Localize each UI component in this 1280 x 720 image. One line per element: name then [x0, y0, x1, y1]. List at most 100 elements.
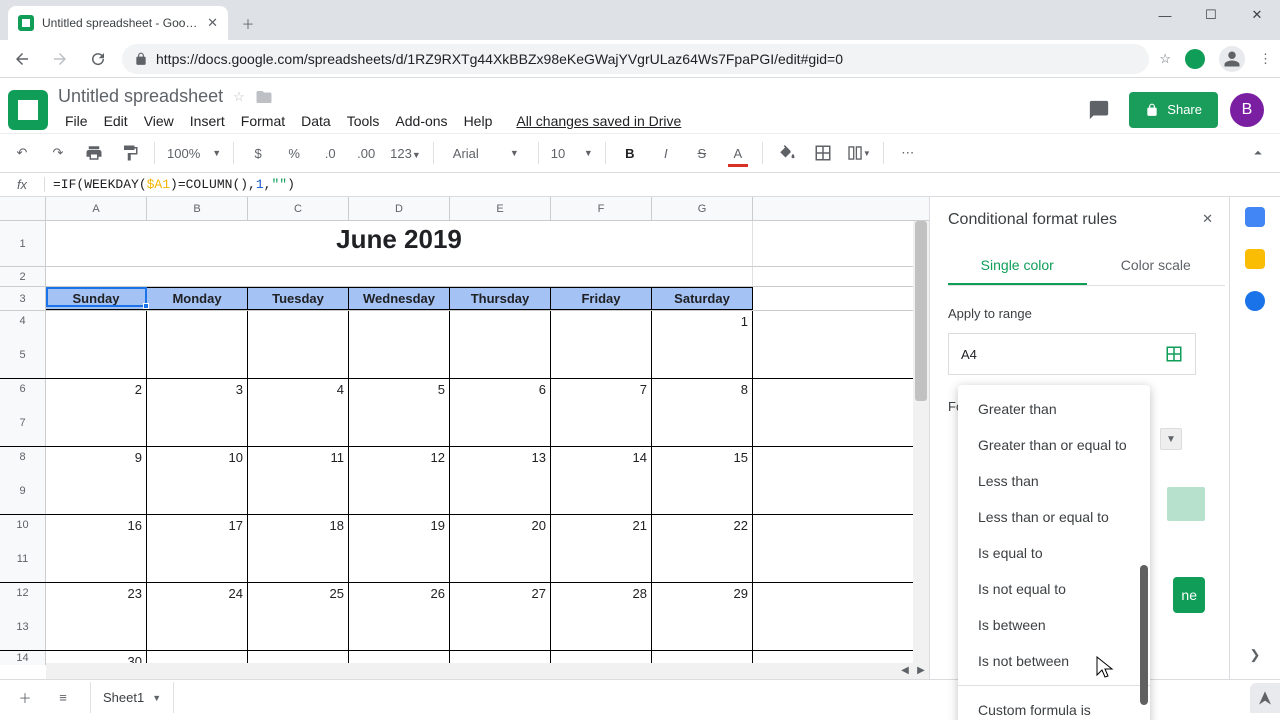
selection-handle[interactable]: [143, 303, 149, 309]
row-header[interactable]: 1: [0, 221, 46, 266]
menu-tools[interactable]: Tools: [340, 109, 387, 133]
day-header[interactable]: Friday: [551, 287, 652, 310]
cell[interactable]: [551, 331, 652, 378]
rule-select-chevron-icon[interactable]: ▼: [1160, 428, 1182, 450]
cell[interactable]: [147, 331, 248, 378]
date-cell[interactable]: 4: [248, 379, 349, 399]
cell[interactable]: [349, 467, 450, 514]
cell[interactable]: [450, 399, 551, 446]
explore-button[interactable]: [1250, 683, 1280, 713]
col-header[interactable]: D: [349, 197, 450, 220]
row-header[interactable]: 5: [0, 331, 46, 378]
cell[interactable]: [248, 467, 349, 514]
row-header[interactable]: 3: [0, 287, 46, 310]
dd-item[interactable]: Is between: [958, 607, 1150, 643]
cell[interactable]: [46, 603, 147, 650]
date-cell[interactable]: 23: [46, 583, 147, 603]
cell[interactable]: [652, 603, 753, 650]
date-cell[interactable]: 9: [46, 447, 147, 467]
dd-item[interactable]: Is not equal to: [958, 571, 1150, 607]
date-cell[interactable]: 29: [652, 583, 753, 603]
cell[interactable]: [248, 331, 349, 378]
vertical-scrollbar[interactable]: [913, 221, 929, 663]
date-cell[interactable]: 12: [349, 447, 450, 467]
comments-button[interactable]: [1081, 92, 1117, 128]
collapse-toolbar-icon[interactable]: [1246, 141, 1270, 165]
minimize-icon[interactable]: —: [1142, 0, 1188, 30]
date-cell[interactable]: 1: [652, 311, 753, 331]
font-selector[interactable]: Arial▼: [446, 142, 526, 165]
range-input[interactable]: A4: [948, 333, 1196, 375]
row-header[interactable]: 4: [0, 311, 46, 331]
cell[interactable]: [349, 331, 450, 378]
sheet-tab[interactable]: Sheet1 ▼: [90, 682, 174, 713]
extension-icon[interactable]: [1185, 49, 1205, 69]
percent-icon[interactable]: %: [282, 141, 306, 165]
row-header[interactable]: 6: [0, 379, 46, 399]
more-formats-icon[interactable]: 123▼: [390, 146, 421, 161]
new-tab-button[interactable]: ＋: [234, 9, 262, 37]
day-header[interactable]: Wednesday: [349, 287, 450, 310]
cell[interactable]: [450, 535, 551, 582]
maximize-icon[interactable]: ☐: [1188, 0, 1234, 30]
day-header[interactable]: Tuesday: [248, 287, 349, 310]
cell[interactable]: [46, 331, 147, 378]
cell[interactable]: [147, 467, 248, 514]
menu-format[interactable]: Format: [234, 109, 292, 133]
day-header[interactable]: Sunday: [46, 287, 147, 310]
date-cell[interactable]: 21: [551, 515, 652, 535]
keep-addon-icon[interactable]: [1245, 249, 1265, 269]
col-header[interactable]: E: [450, 197, 551, 220]
dd-item[interactable]: Is not between: [958, 643, 1150, 679]
cell[interactable]: [450, 467, 551, 514]
cell[interactable]: [147, 399, 248, 446]
row-header[interactable]: 11: [0, 535, 46, 582]
date-cell[interactable]: [450, 311, 551, 331]
col-header[interactable]: G: [652, 197, 753, 220]
col-header[interactable]: A: [46, 197, 147, 220]
done-button[interactable]: ne: [1173, 577, 1205, 613]
date-cell[interactable]: 10: [147, 447, 248, 467]
date-cell[interactable]: 17: [147, 515, 248, 535]
merge-cells-button[interactable]: ▼: [847, 141, 871, 165]
text-color-button[interactable]: A: [726, 141, 750, 165]
date-cell[interactable]: 25: [248, 583, 349, 603]
paint-format-icon[interactable]: [118, 141, 142, 165]
fx-icon[interactable]: fx: [0, 177, 45, 192]
date-cell[interactable]: 8: [652, 379, 753, 399]
redo-icon[interactable]: ↷: [46, 141, 70, 165]
zoom-selector[interactable]: 100%: [167, 146, 200, 161]
cell[interactable]: [551, 603, 652, 650]
decrease-decimal-icon[interactable]: .0: [318, 141, 342, 165]
spreadsheet-grid[interactable]: A B C D E F G 1 June 2019 2 3 Sunday Mon…: [0, 197, 930, 679]
cell[interactable]: [147, 535, 248, 582]
select-all-corner[interactable]: [0, 197, 46, 220]
close-panel-icon[interactable]: ✕: [1202, 211, 1213, 227]
formula-input[interactable]: =IF(WEEKDAY($A1)=COLUMN(),1,""): [45, 177, 295, 192]
url-field[interactable]: https://docs.google.com/spreadsheets/d/1…: [122, 44, 1149, 74]
cell[interactable]: [551, 535, 652, 582]
fill-color-button[interactable]: [775, 141, 799, 165]
date-cell[interactable]: 20: [450, 515, 551, 535]
calendar-title[interactable]: June 2019: [46, 221, 753, 266]
italic-button[interactable]: I: [654, 141, 678, 165]
tasks-addon-icon[interactable]: [1245, 291, 1265, 311]
bold-button[interactable]: B: [618, 141, 642, 165]
row-header[interactable]: 7: [0, 399, 46, 446]
date-cell[interactable]: 19: [349, 515, 450, 535]
all-sheets-button[interactable]: ≡: [52, 690, 74, 705]
cell[interactable]: [349, 603, 450, 650]
increase-decimal-icon[interactable]: .00: [354, 141, 378, 165]
tab-color-scale[interactable]: Color scale: [1087, 247, 1226, 285]
date-cell[interactable]: [551, 311, 652, 331]
back-button[interactable]: [8, 45, 36, 73]
day-header[interactable]: Thursday: [450, 287, 551, 310]
cell[interactable]: [46, 267, 753, 286]
cell[interactable]: [652, 535, 753, 582]
date-cell[interactable]: 15: [652, 447, 753, 467]
menu-file[interactable]: File: [58, 109, 95, 133]
col-header[interactable]: B: [147, 197, 248, 220]
dropdown-scrollbar[interactable]: [1140, 565, 1148, 705]
horizontal-scrollbar[interactable]: ◀▶: [46, 663, 929, 679]
menu-data[interactable]: Data: [294, 109, 338, 133]
